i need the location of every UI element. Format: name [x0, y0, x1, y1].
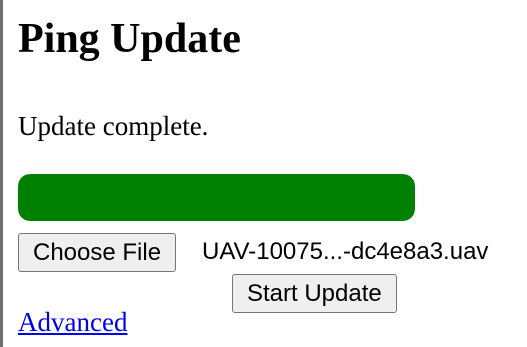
- window-left-border: [0, 0, 3, 347]
- start-update-button[interactable]: Start Update: [232, 274, 397, 313]
- update-status-text: Update complete.: [18, 111, 209, 141]
- selected-file-name: UAV-10075...-dc4e8a3.uav: [202, 238, 489, 265]
- choose-file-button[interactable]: Choose File: [18, 233, 177, 272]
- update-progress-fill: [18, 174, 415, 221]
- page-title: Ping Update: [18, 16, 241, 62]
- advanced-link[interactable]: Advanced: [18, 305, 127, 339]
- update-progress-bar: [18, 174, 415, 221]
